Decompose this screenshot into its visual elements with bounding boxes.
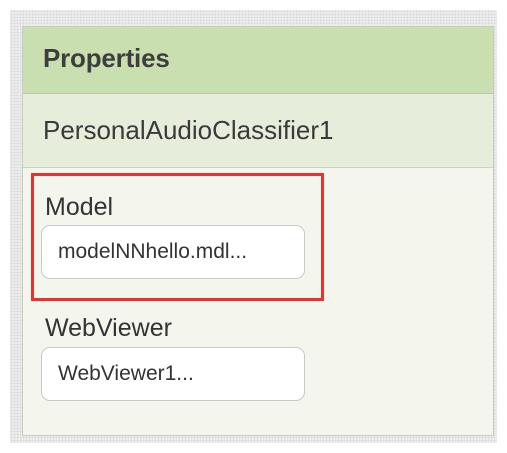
component-name: PersonalAudioClassifier1: [43, 115, 334, 145]
webviewer-property-selector[interactable]: WebViewer1...: [41, 347, 305, 401]
panel-title: Properties: [43, 43, 170, 73]
component-name-bar: PersonalAudioClassifier1: [23, 94, 493, 168]
highlight-box: [31, 173, 324, 301]
webviewer-property-label: WebViewer: [45, 314, 172, 342]
webviewer-property-value: WebViewer1...: [58, 362, 194, 385]
panel-header: Properties: [23, 27, 493, 94]
